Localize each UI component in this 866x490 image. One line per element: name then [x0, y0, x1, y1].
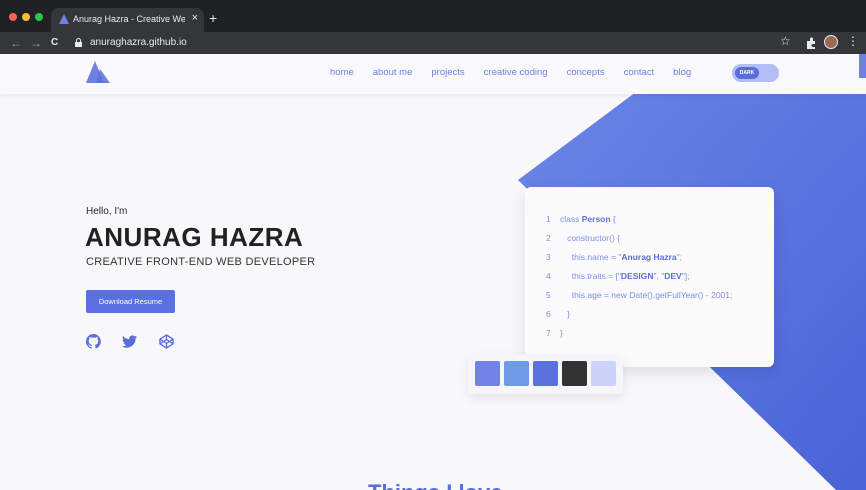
- dark-mode-toggle[interactable]: DARK: [732, 64, 779, 82]
- address-bar[interactable]: anuraghazra.github.io: [70, 34, 800, 52]
- nav-link-concepts[interactable]: concepts: [567, 67, 605, 78]
- maximize-window-button[interactable]: [35, 13, 43, 21]
- nav-link-creative-coding[interactable]: creative coding: [484, 67, 548, 78]
- twitter-icon[interactable]: [122, 334, 137, 349]
- tab-bar: Anurag Hazra - Creative Web D × +: [0, 0, 866, 32]
- back-icon[interactable]: ←: [10, 35, 22, 51]
- reload-icon[interactable]: C: [51, 35, 58, 51]
- site-logo-icon[interactable]: [86, 61, 110, 83]
- browser-menu-icon[interactable]: ⋮: [847, 34, 859, 48]
- close-window-button[interactable]: [9, 13, 17, 21]
- code-line: 7}: [546, 328, 563, 338]
- hero-role: CREATIVE FRONT-END WEB DEVELOPER: [86, 256, 316, 268]
- toggle-label: DARK: [735, 67, 759, 79]
- color-swatch[interactable]: [504, 361, 529, 386]
- code-line: 1 class Person {: [546, 214, 616, 224]
- nav-links: home about me projects creative coding c…: [330, 67, 710, 78]
- web-page: home about me projects creative coding c…: [0, 54, 866, 490]
- profile-avatar[interactable]: [824, 35, 838, 49]
- code-card: 1 class Person { 2 constructor() { 3 this…: [525, 187, 774, 367]
- color-swatch[interactable]: [533, 361, 558, 386]
- site-navbar: home about me projects creative coding c…: [0, 54, 866, 94]
- section-title: Things I love: [368, 480, 502, 490]
- color-swatch[interactable]: [591, 361, 616, 386]
- tab-close-icon[interactable]: ×: [192, 12, 198, 24]
- scrollbar-thumb[interactable]: [859, 54, 866, 78]
- greeting-text: Hello, I'm: [86, 206, 128, 217]
- nav-link-about[interactable]: about me: [373, 67, 413, 78]
- nav-link-blog[interactable]: blog: [673, 67, 691, 78]
- hero-name: ANURAG HAZRA: [85, 222, 304, 252]
- github-icon[interactable]: [86, 334, 101, 349]
- download-resume-button[interactable]: Download Resume: [86, 290, 175, 313]
- new-tab-button[interactable]: +: [209, 11, 217, 25]
- forward-icon[interactable]: →: [30, 35, 42, 51]
- codepen-icon[interactable]: [159, 334, 174, 349]
- color-swatch[interactable]: [475, 361, 500, 386]
- code-line: 3 this.name = "Anurag Hazra";: [546, 252, 683, 262]
- color-palette: [468, 354, 623, 394]
- nav-link-projects[interactable]: projects: [431, 67, 464, 78]
- bookmark-star-icon[interactable]: ☆: [780, 34, 791, 48]
- color-swatch[interactable]: [562, 361, 587, 386]
- code-line: 5 this.age = new Date().getFullYear() - …: [546, 290, 733, 300]
- nav-link-home[interactable]: home: [330, 67, 354, 78]
- tab-title: Anurag Hazra - Creative Web D: [73, 14, 185, 24]
- extensions-icon[interactable]: [805, 37, 817, 49]
- browser-tab[interactable]: Anurag Hazra - Creative Web D ×: [51, 8, 204, 32]
- site-favicon-icon: [59, 14, 69, 24]
- minimize-window-button[interactable]: [22, 13, 30, 21]
- code-line: 6 }: [546, 309, 570, 319]
- browser-chrome: Anurag Hazra - Creative Web D × + ← → C …: [0, 0, 866, 54]
- code-line: 4 this.traits = ["DESIGN", "DEV"];: [546, 271, 690, 281]
- url-text: anuraghazra.github.io: [90, 37, 187, 48]
- browser-toolbar: ← → C anuraghazra.github.io ☆ ⋮: [0, 32, 866, 54]
- nav-link-contact[interactable]: contact: [624, 67, 655, 78]
- lock-icon: [75, 38, 82, 47]
- code-line: 2 constructor() {: [546, 233, 620, 243]
